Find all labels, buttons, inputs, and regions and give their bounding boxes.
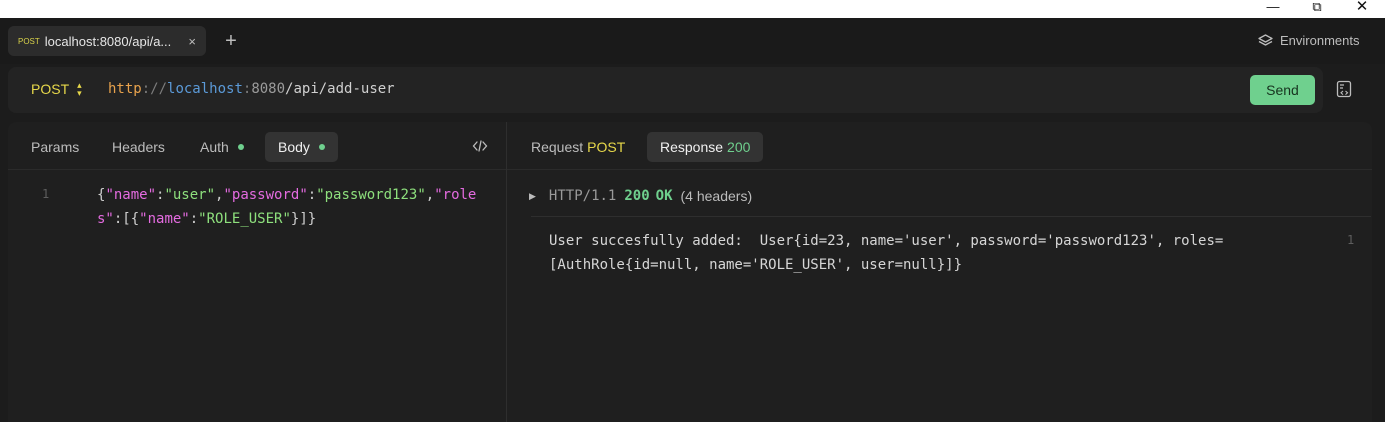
editor-line-number: 1 xyxy=(42,187,50,201)
request-tab[interactable]: POST localhost:8080/api/a... × xyxy=(8,26,206,56)
json-punctuation: : xyxy=(307,187,317,203)
json-body-editor[interactable]: {"name":"user","password":"password123",… xyxy=(97,183,492,231)
new-tab-icon[interactable]: + xyxy=(220,29,242,53)
tab-request[interactable]: Request POST xyxy=(531,132,625,162)
json-string: "password123" xyxy=(316,187,426,203)
json-punctuation: , xyxy=(425,187,435,203)
response-body: User succesfully added: User{id=23, name… xyxy=(549,233,1224,273)
method-select[interactable]: POST ▴ ▾ xyxy=(31,80,82,98)
response-pane: Request POST Response 200 ▶ HTTP/1.1 200 O… xyxy=(507,122,1372,422)
tab-title: localhost:8080/api/a... xyxy=(44,33,172,49)
environments-label: Environments xyxy=(1280,33,1360,48)
json-punctuation: : xyxy=(189,211,199,227)
json-string: "ROLE_USER" xyxy=(198,211,291,227)
url-bar: POST ▴ ▾ http://localhost:8080/api/add-us… xyxy=(8,67,1323,113)
tab-auth[interactable]: Auth xyxy=(200,132,244,162)
json-string: "user" xyxy=(164,187,216,203)
json-key: "name" xyxy=(139,211,190,227)
tab-response[interactable]: Response 200 xyxy=(647,132,764,162)
layers-icon xyxy=(1258,33,1273,46)
tab-request-label: Request xyxy=(531,139,584,155)
expand-triangle-icon[interactable]: ▶ xyxy=(529,191,536,202)
tab-response-code: 200 xyxy=(727,139,751,155)
close-window-icon[interactable]: ✕ xyxy=(1347,0,1377,16)
json-key: "name" xyxy=(105,187,157,203)
minimize-icon[interactable]: — xyxy=(1258,0,1288,16)
close-tab-icon[interactable]: × xyxy=(188,34,196,49)
url-input[interactable]: http://localhost:8080/api/add-user xyxy=(108,81,395,97)
updown-caret-icon: ▴ ▾ xyxy=(77,80,82,98)
tab-strip: POST localhost:8080/api/a... × + Environ… xyxy=(0,18,1385,64)
maximize-icon[interactable]: ⧉ xyxy=(1302,0,1332,16)
url-scheme: http xyxy=(108,81,142,97)
url-separator: :// xyxy=(141,81,168,97)
response-line-number: 1 xyxy=(1347,233,1355,247)
json-key: "password" xyxy=(223,187,308,203)
code-snippet-icon[interactable] xyxy=(1336,80,1352,98)
code-view-icon[interactable] xyxy=(472,139,488,153)
http-protocol: HTTP/1.1 xyxy=(548,188,617,204)
tab-response-label: Response xyxy=(660,139,724,155)
status-code: 200 xyxy=(624,188,650,204)
url-host: localhost xyxy=(167,81,243,97)
pane-header-divider xyxy=(8,169,506,170)
tab-method-badge: POST xyxy=(18,36,40,46)
json-punctuation: }]} xyxy=(290,211,317,227)
response-status-row[interactable]: ▶ HTTP/1.1 200 OK (4 headers) xyxy=(529,188,752,204)
tab-body[interactable]: Body xyxy=(265,132,338,162)
headers-count: (4 headers) xyxy=(680,188,753,204)
response-divider xyxy=(531,216,1371,217)
method-label: POST xyxy=(31,81,70,97)
tab-params[interactable]: Params xyxy=(31,132,79,162)
tab-request-method: POST xyxy=(587,139,626,155)
body-indicator-dot xyxy=(318,144,325,151)
environments-button[interactable]: Environments xyxy=(1258,33,1359,48)
url-path: /api/add-user xyxy=(285,81,395,97)
tab-headers[interactable]: Headers xyxy=(112,132,165,162)
request-pane: Params Headers Auth Body 1 {"name":"user… xyxy=(8,122,506,422)
tab-body-label: Body xyxy=(278,139,310,155)
send-button[interactable]: Send xyxy=(1250,75,1315,105)
auth-indicator-dot xyxy=(237,144,244,151)
status-text: OK xyxy=(655,188,673,204)
window-title-bar: — ⧉ ✕ xyxy=(0,0,1385,18)
url-port: 8080 xyxy=(251,81,286,97)
json-punctuation: :[{ xyxy=(113,211,140,227)
pane-header-divider xyxy=(507,169,1372,170)
tab-auth-label: Auth xyxy=(200,139,229,155)
